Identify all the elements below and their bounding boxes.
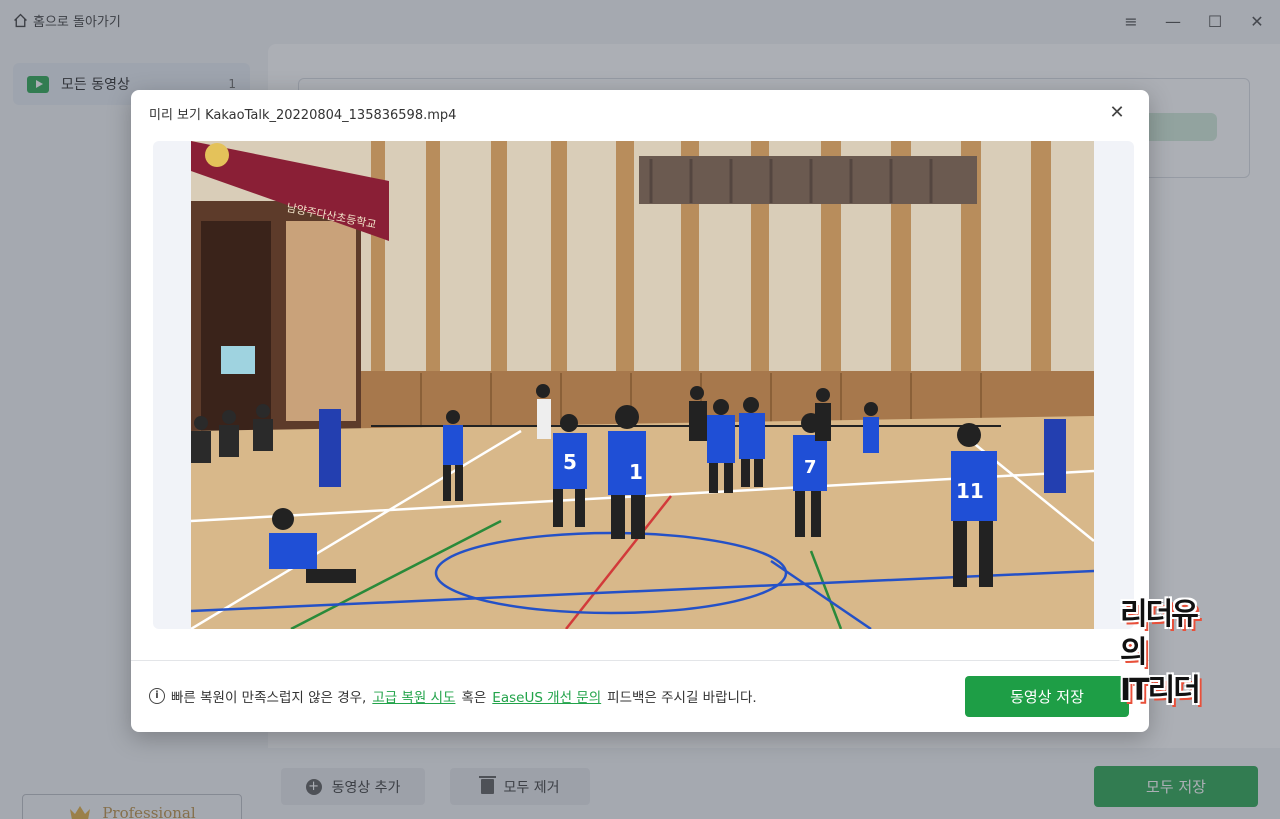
watermark-logo: 리더유의 IT리더: [1120, 596, 1220, 708]
preview-area: 남양주다산초등학교 5 1 7 11: [153, 141, 1134, 629]
video-frame[interactable]: 남양주다산초등학교 5 1 7 11: [191, 141, 1094, 629]
footer-text-before: 빠른 복원이 만족스럽지 않은 경우,: [171, 690, 367, 706]
advanced-recovery-link[interactable]: 고급 복원 시도: [372, 686, 455, 706]
dialog-divider: [131, 660, 1149, 661]
jersey-number: 1: [629, 460, 643, 484]
video-scene: 남양주다산초등학교 5 1 7 11: [191, 141, 1094, 629]
footer-text-after: 피드백은 주시길 바랍니다.: [607, 690, 757, 706]
jersey-number: 7: [804, 457, 817, 478]
footer-text-middle: 혹은: [461, 690, 487, 706]
preview-dialog: 미리 보기 KakaoTalk_20220804_135836598.mp4 ✕: [131, 90, 1149, 732]
jersey-number: 11: [956, 479, 984, 503]
watermark-line-2: IT리더: [1120, 673, 1201, 708]
save-video-button[interactable]: 동영상 저장: [965, 676, 1129, 717]
watermark-line-1: 리더유의: [1120, 597, 1199, 670]
dialog-footer-text: i 빠른 복원이 만족스럽지 않은 경우, 고급 복원 시도 혹은 EaseUS…: [149, 686, 757, 706]
feedback-link[interactable]: EaseUS 개선 문의: [492, 686, 601, 706]
jersey-number: 5: [563, 450, 577, 474]
close-icon[interactable]: ✕: [1107, 102, 1127, 123]
info-icon: i: [149, 688, 165, 704]
dialog-title: 미리 보기 KakaoTalk_20220804_135836598.mp4: [149, 108, 457, 123]
